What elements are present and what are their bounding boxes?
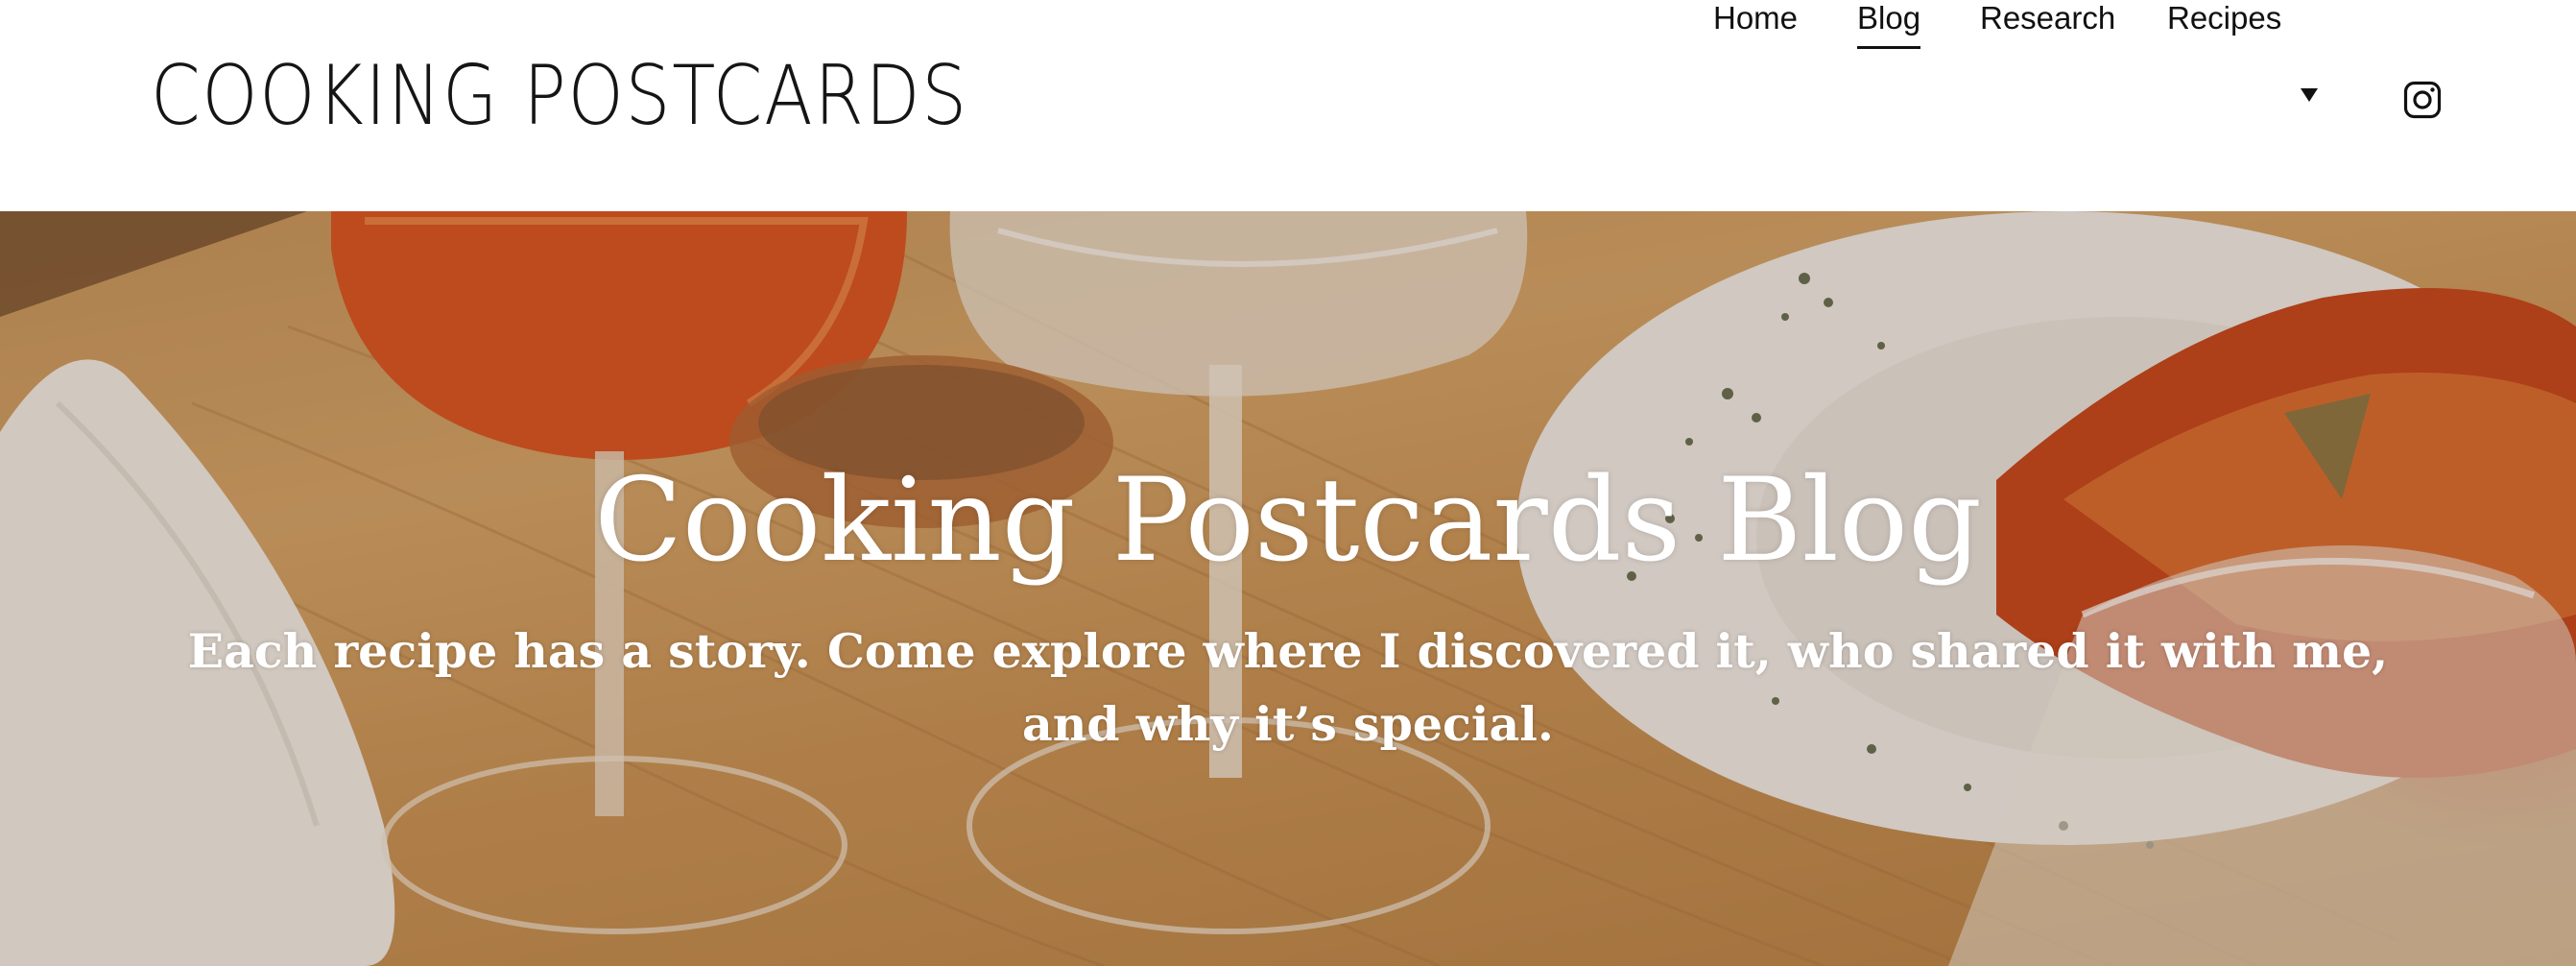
nav-item-research[interactable]: Research (1980, 0, 2115, 36)
nav-item-recipes[interactable]: Recipes (2167, 0, 2281, 36)
site-logo[interactable]: COOKING POSTCARDS (151, 48, 968, 144)
nav-item-home[interactable]: Home (1713, 0, 1798, 36)
chevron-down-icon[interactable] (2301, 88, 2318, 102)
site-header: COOKING POSTCARDS Home Blog Research Rec… (0, 0, 2576, 211)
hero-overlay (0, 211, 2576, 966)
page: COOKING POSTCARDS Home Blog Research Rec… (0, 0, 2576, 966)
nav-item-blog[interactable]: Blog (1857, 0, 1921, 49)
hero-banner: Cooking Postcards Blog Each recipe has a… (0, 211, 2576, 966)
hero-title: Cooking Postcards Blog (594, 454, 1982, 588)
nav-item-blog-label: Blog (1857, 0, 1921, 36)
instagram-icon[interactable] (2403, 81, 2442, 119)
hero-subtitle: Each recipe has a story. Come explore wh… (187, 623, 2389, 752)
active-nav-underline (1857, 46, 1921, 49)
